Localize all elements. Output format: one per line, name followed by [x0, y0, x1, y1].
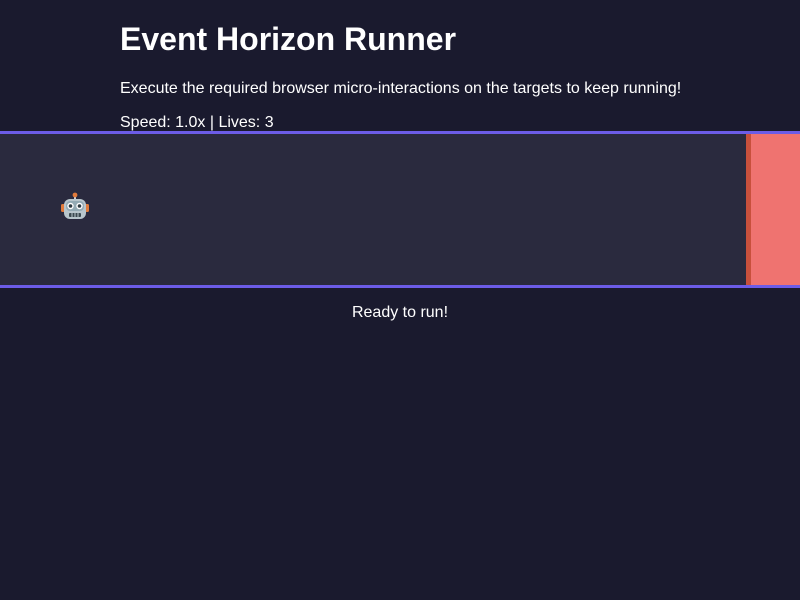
game-instructions: Execute the required browser micro-inter… [120, 80, 682, 97]
game-title: Event Horizon Runner [120, 21, 457, 57]
robot-icon [60, 192, 90, 222]
obstacle-target[interactable] [746, 134, 800, 285]
game-page: Event Horizon Runner Execute the require… [0, 0, 800, 600]
game-track[interactable] [0, 131, 800, 288]
game-status: Ready to run! [351, 304, 449, 321]
game-stats: Speed: 1.0x | Lives: 3 [120, 114, 274, 131]
